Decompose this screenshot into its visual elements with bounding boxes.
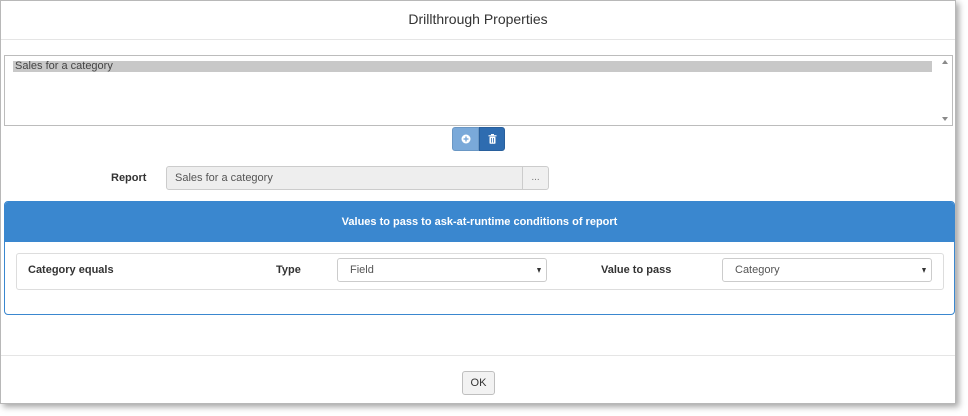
dialog-footer: OK bbox=[1, 355, 955, 404]
report-field: Sales for a category bbox=[166, 166, 523, 190]
list-item[interactable]: Sales for a category bbox=[13, 61, 932, 72]
drillthrough-list[interactable]: Sales for a category bbox=[4, 55, 953, 126]
delete-drillthrough-button[interactable] bbox=[479, 127, 505, 151]
list-scrollbar[interactable] bbox=[939, 56, 952, 125]
condition-row: Category equals Type Field Value to pass… bbox=[16, 253, 944, 290]
value-to-pass-label: Value to pass bbox=[601, 264, 672, 276]
condition-name: Category equals bbox=[28, 264, 114, 276]
ok-button[interactable]: OK bbox=[462, 371, 495, 395]
conditions-panel-heading: Values to pass to ask-at-runtime conditi… bbox=[5, 202, 954, 242]
dialog-title: Drillthrough Properties bbox=[1, 1, 955, 40]
type-label: Type bbox=[276, 264, 301, 276]
value-select-value: Category bbox=[735, 264, 780, 276]
report-label: Report bbox=[111, 172, 147, 184]
trash-icon bbox=[488, 134, 496, 144]
drillthrough-dialog: Drillthrough Properties Sales for a cate… bbox=[0, 0, 956, 404]
type-select[interactable]: Field bbox=[337, 258, 547, 282]
browse-report-button[interactable]: ... bbox=[522, 166, 549, 190]
scroll-down-icon[interactable] bbox=[942, 117, 948, 121]
plus-circle-icon bbox=[461, 134, 470, 144]
add-drillthrough-button[interactable] bbox=[452, 127, 479, 151]
scroll-up-icon[interactable] bbox=[942, 60, 948, 64]
type-select-value: Field bbox=[350, 264, 374, 276]
caret-down-icon bbox=[537, 268, 541, 273]
list-button-group bbox=[452, 127, 505, 151]
value-to-pass-select[interactable]: Category bbox=[722, 258, 932, 282]
conditions-panel: Values to pass to ask-at-runtime conditi… bbox=[4, 201, 955, 315]
caret-down-icon bbox=[922, 268, 926, 273]
